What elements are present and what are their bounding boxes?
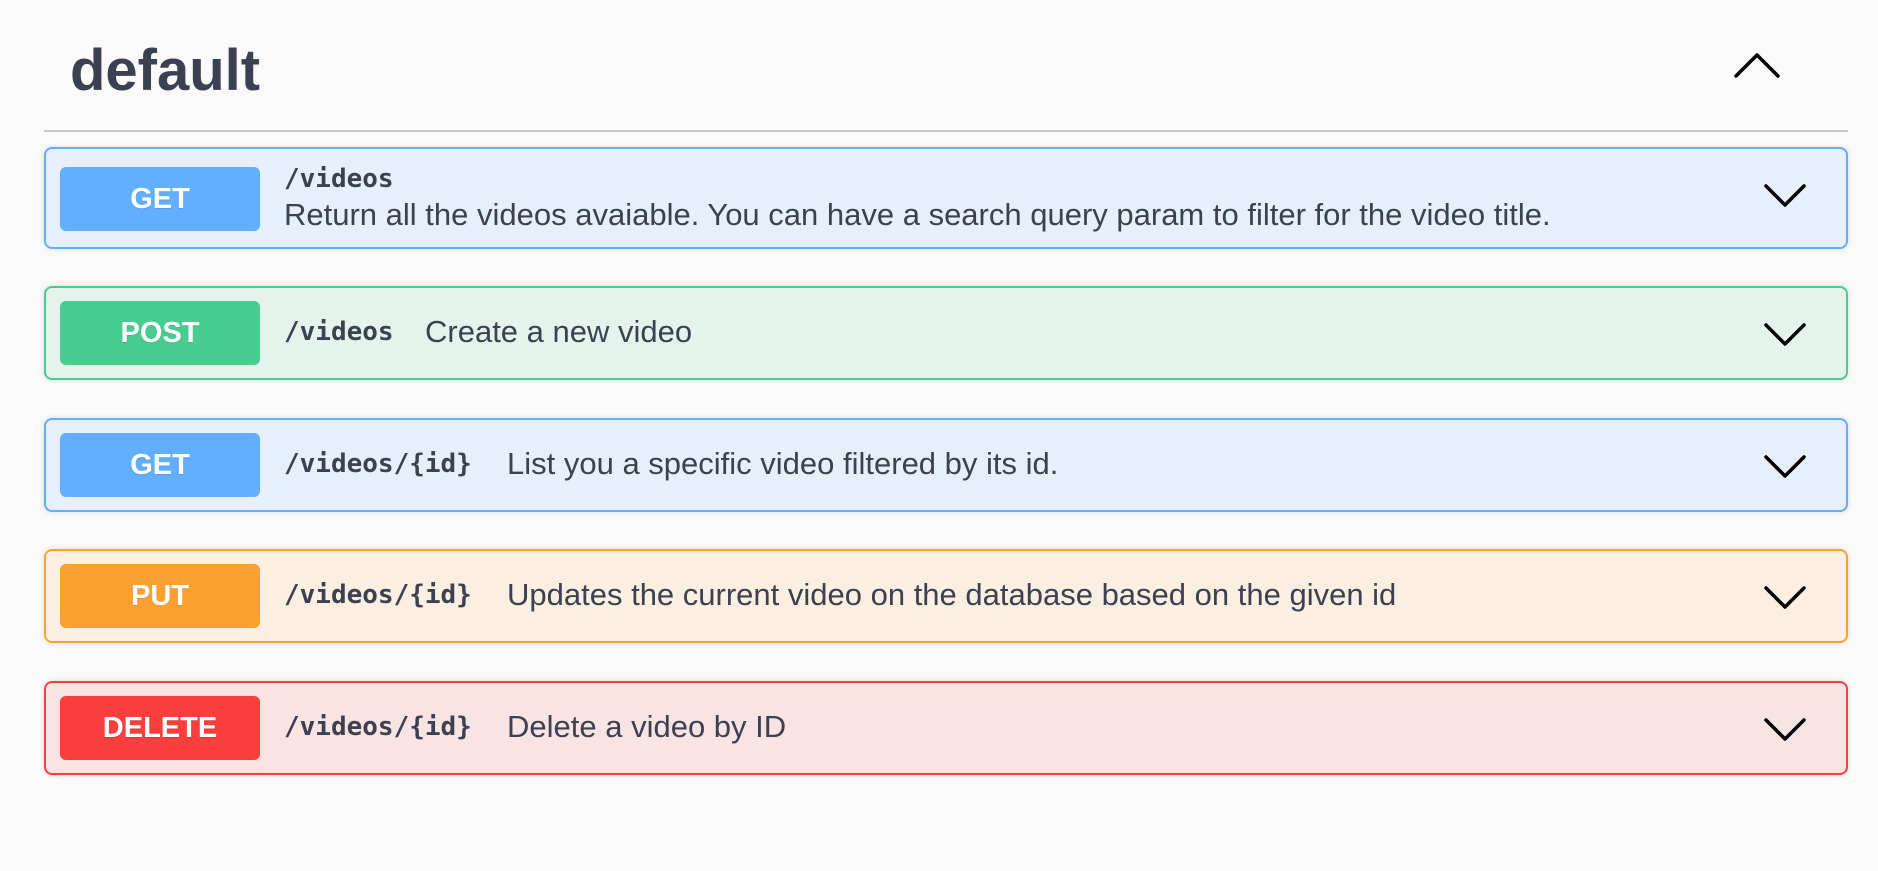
- operation-path: /videos: [284, 164, 394, 194]
- operation-path: /videos/{id}: [284, 449, 472, 479]
- operation-delete-video-by-id[interactable]: DELETE /videos/{id} Delete a video by ID: [44, 681, 1848, 775]
- tag-header[interactable]: default: [44, 0, 1848, 132]
- operation-path: /videos/{id}: [284, 712, 472, 742]
- chevron-down-icon[interactable]: [1762, 320, 1808, 348]
- chevron-down-icon[interactable]: [1762, 715, 1808, 743]
- chevron-down-icon[interactable]: [1762, 583, 1808, 611]
- chevron-down-icon[interactable]: [1762, 452, 1808, 480]
- operation-get-video-by-id[interactable]: GET /videos/{id} List you a specific vid…: [44, 418, 1848, 512]
- method-badge-put: PUT: [60, 564, 260, 628]
- chevron-down-icon[interactable]: [1762, 181, 1808, 209]
- operation-summary: Create a new video: [425, 314, 693, 349]
- operation-summary: Return all the videos avaiable. You can …: [284, 197, 1551, 232]
- opblock-tag-section: default GET /videos Return all the video…: [0, 0, 1878, 871]
- method-badge-get: GET: [60, 167, 260, 231]
- method-badge-delete: DELETE: [60, 696, 260, 760]
- operation-summary: Updates the current video on the databas…: [507, 577, 1397, 612]
- method-badge-get: GET: [60, 433, 260, 497]
- operation-get-videos[interactable]: GET /videos Return all the videos avaiab…: [44, 147, 1848, 249]
- operation-put-video-by-id[interactable]: PUT /videos/{id} Updates the current vid…: [44, 549, 1848, 643]
- operation-summary: Delete a video by ID: [507, 709, 787, 744]
- operation-path: /videos: [284, 317, 394, 347]
- operation-path: /videos/{id}: [284, 580, 472, 610]
- chevron-up-icon[interactable]: [1732, 50, 1782, 80]
- method-badge-post: POST: [60, 301, 260, 365]
- operation-summary: List you a specific video filtered by it…: [507, 446, 1059, 481]
- operation-post-videos[interactable]: POST /videos Create a new video: [44, 286, 1848, 380]
- tag-title: default: [70, 38, 261, 103]
